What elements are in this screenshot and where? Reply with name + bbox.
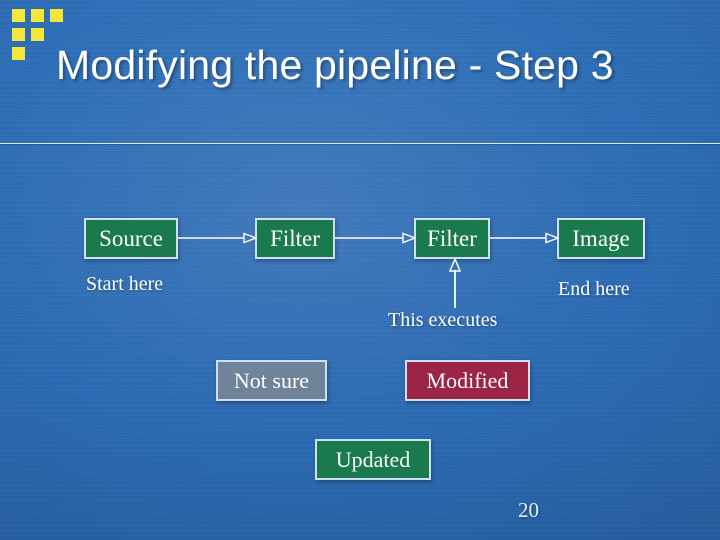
pipeline-node-label: Image [572, 226, 630, 251]
slide-title: Modifying the pipeline - Step 3 [56, 42, 614, 88]
pipeline-node-label: Source [99, 226, 163, 251]
caption-start-here: Start here [86, 273, 164, 295]
legend-box-label: Updated [335, 446, 411, 472]
pipeline-node-source[interactable]: Source [84, 218, 178, 259]
arrow-filter1-to-filter2-icon [335, 232, 416, 244]
pipeline-node-image[interactable]: Image [557, 218, 645, 259]
pipeline-node-label: Filter [427, 226, 477, 251]
yellow-square-icon [12, 9, 25, 22]
yellow-square-icon [12, 47, 25, 60]
yellow-square-icon [50, 9, 63, 22]
legend-box-updated[interactable]: Updated [315, 439, 431, 480]
pipeline-node-filter2[interactable]: Filter [414, 218, 490, 259]
arrow-filter2-to-image-icon [490, 232, 559, 244]
page-number: 20 [518, 498, 539, 522]
yellow-square-icon [31, 28, 44, 41]
yellow-square-icon [12, 28, 25, 41]
title-divider [0, 143, 720, 144]
pipeline-node-label: Filter [270, 226, 320, 251]
caption-end-here: End here [558, 278, 630, 300]
legend-box-modified[interactable]: Modified [405, 360, 530, 401]
yellow-square-icon [31, 9, 44, 22]
caption-this-executes: This executes [388, 309, 498, 331]
legend-box-label: Modified [426, 367, 509, 393]
slide-canvas: Modifying the pipeline - Step 3 Source F… [0, 0, 720, 540]
legend-box-label: Not sure [233, 367, 310, 393]
arrow-source-to-filter1-icon [178, 232, 257, 244]
legend-box-not-sure[interactable]: Not sure [216, 360, 327, 401]
pipeline-node-filter1[interactable]: Filter [255, 218, 335, 259]
arrow-executes-up-icon [448, 258, 462, 308]
